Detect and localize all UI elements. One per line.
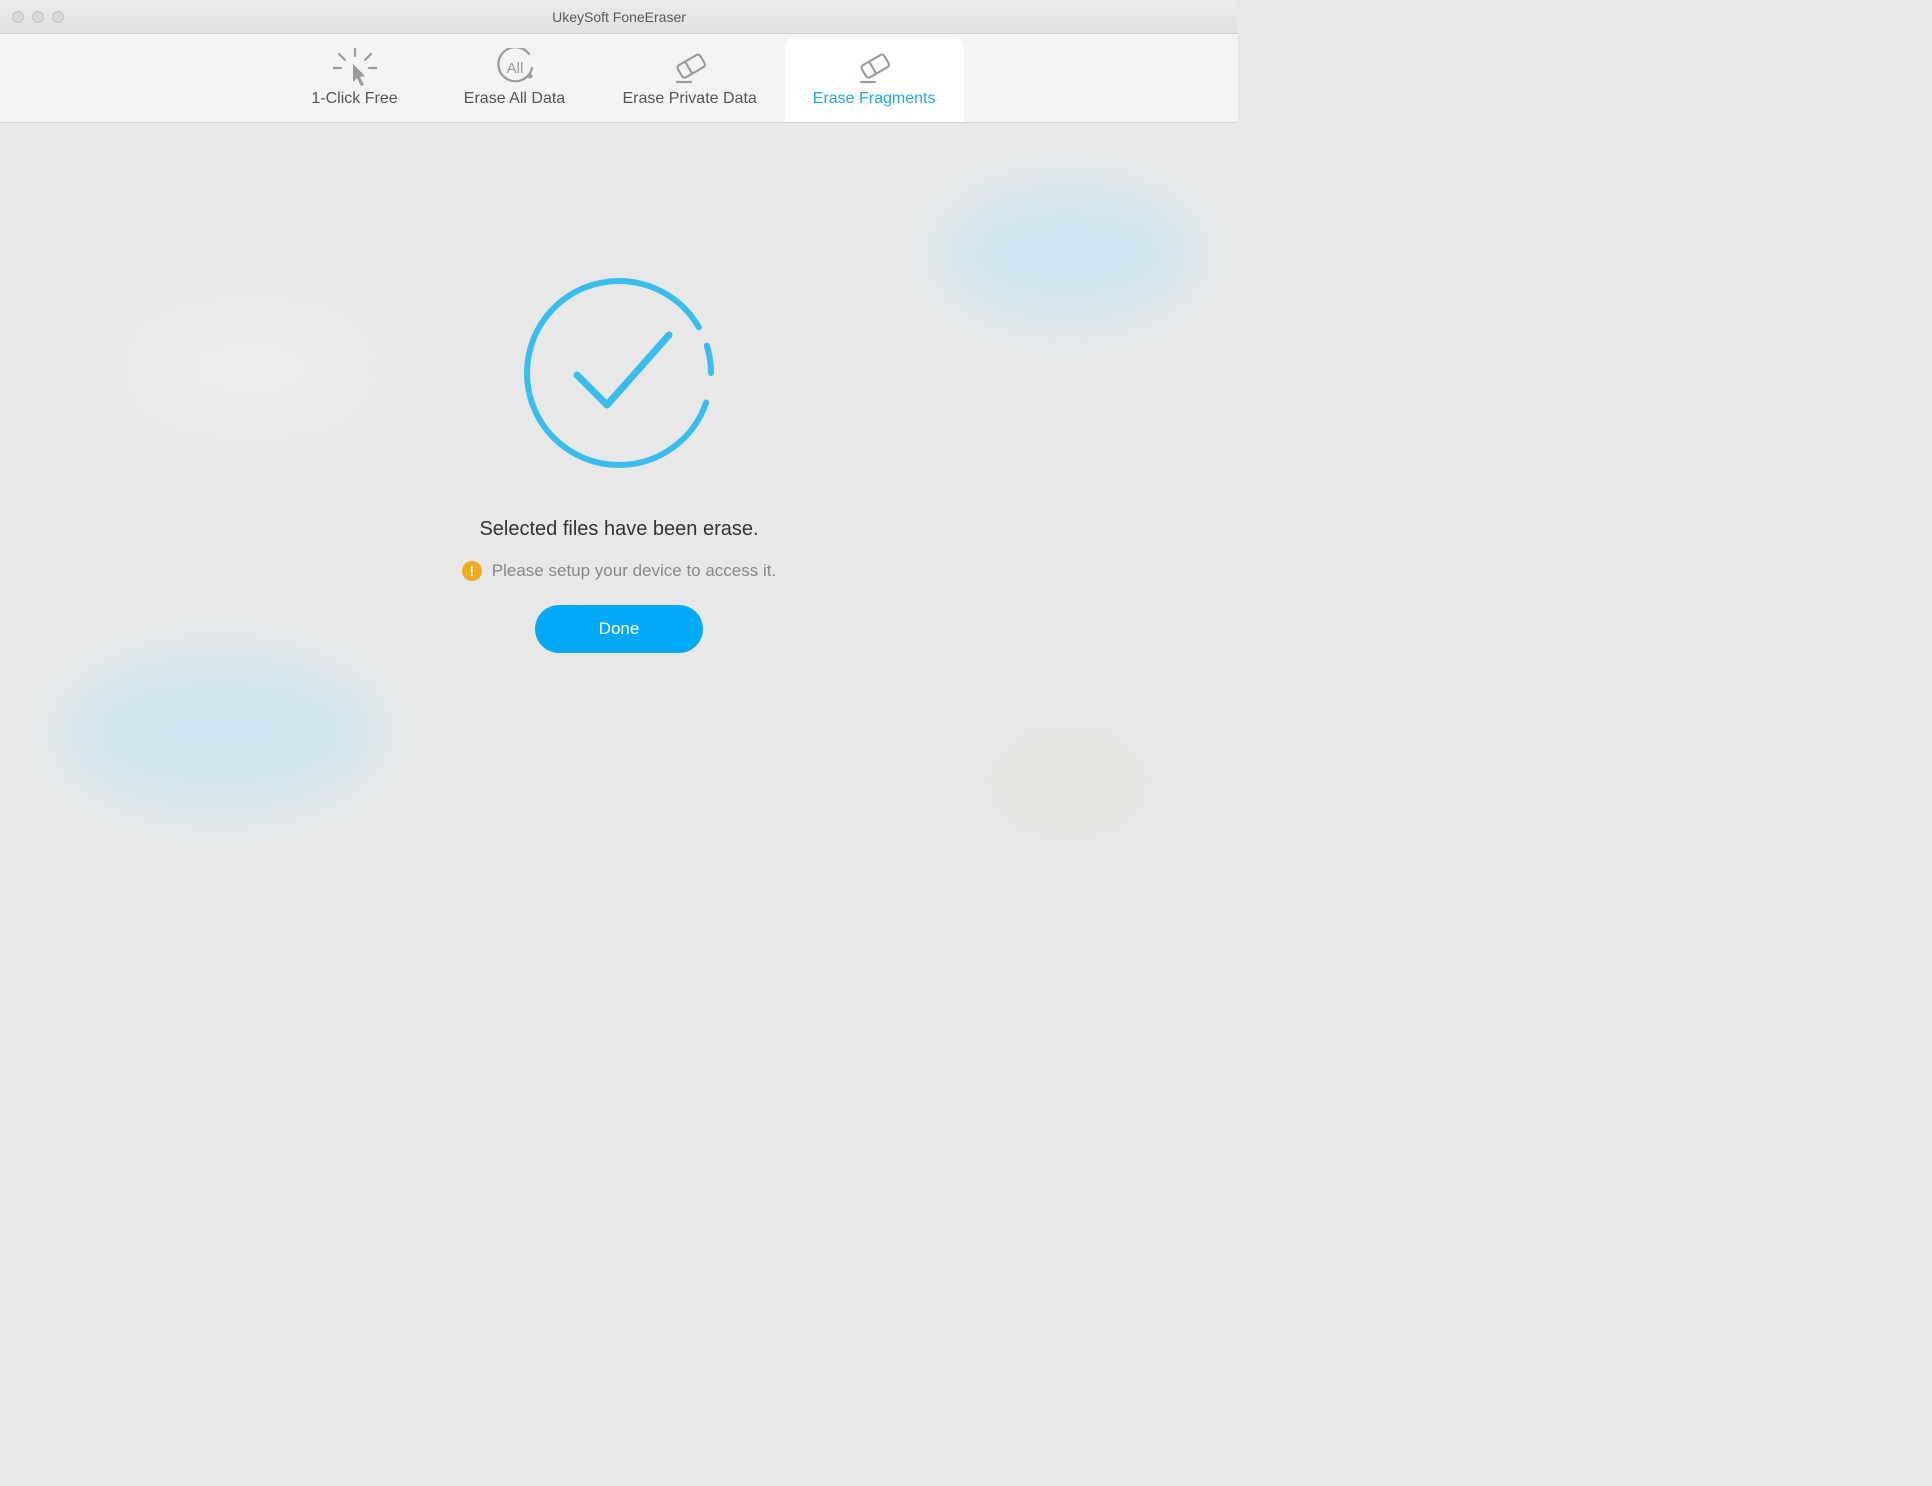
close-button[interactable] xyxy=(12,11,24,23)
done-button[interactable]: Done xyxy=(535,605,704,653)
decorative-cloud xyxy=(988,732,1148,832)
tab-erase-fragments[interactable]: Erase Fragments xyxy=(785,38,964,122)
eraser-icon xyxy=(669,48,711,88)
erase-all-icon: All xyxy=(494,48,536,88)
success-check-icon xyxy=(519,273,719,478)
result-headline: Selected files have been erase. xyxy=(479,518,758,541)
tab-label: Erase All Data xyxy=(464,90,565,108)
decorative-cloud xyxy=(150,333,350,403)
tab-label: 1-Click Free xyxy=(311,90,397,108)
tab-erase-private-data[interactable]: Erase Private Data xyxy=(595,38,785,122)
app-window: UkeySoft FoneEraser 1-Click Free xyxy=(0,0,1238,952)
tab-label: Erase Private Data xyxy=(623,90,757,108)
minimize-button[interactable] xyxy=(32,11,44,23)
eraser-icon xyxy=(853,48,895,88)
maximize-button[interactable] xyxy=(52,11,64,23)
result-subline-text: Please setup your device to access it. xyxy=(492,561,776,581)
titlebar: UkeySoft FoneEraser xyxy=(0,0,1238,34)
tab-label: Erase Fragments xyxy=(813,90,936,108)
tab-one-click-free[interactable]: 1-Click Free xyxy=(275,38,435,122)
one-click-free-icon xyxy=(333,48,377,88)
svg-text:All: All xyxy=(506,60,523,77)
result-subline: ! Please setup your device to access it. xyxy=(462,561,776,581)
tab-erase-all-data[interactable]: All Erase All Data xyxy=(435,38,595,122)
warning-icon: ! xyxy=(462,561,482,581)
content-area: Selected files have been erase. ! Please… xyxy=(0,123,1238,952)
traffic-lights xyxy=(12,11,64,23)
main-tabs: 1-Click Free All Erase All Data xyxy=(0,34,1238,123)
decorative-cloud xyxy=(60,652,380,812)
decorative-cloud xyxy=(938,183,1198,323)
window-title: UkeySoft FoneEraser xyxy=(0,9,1238,25)
